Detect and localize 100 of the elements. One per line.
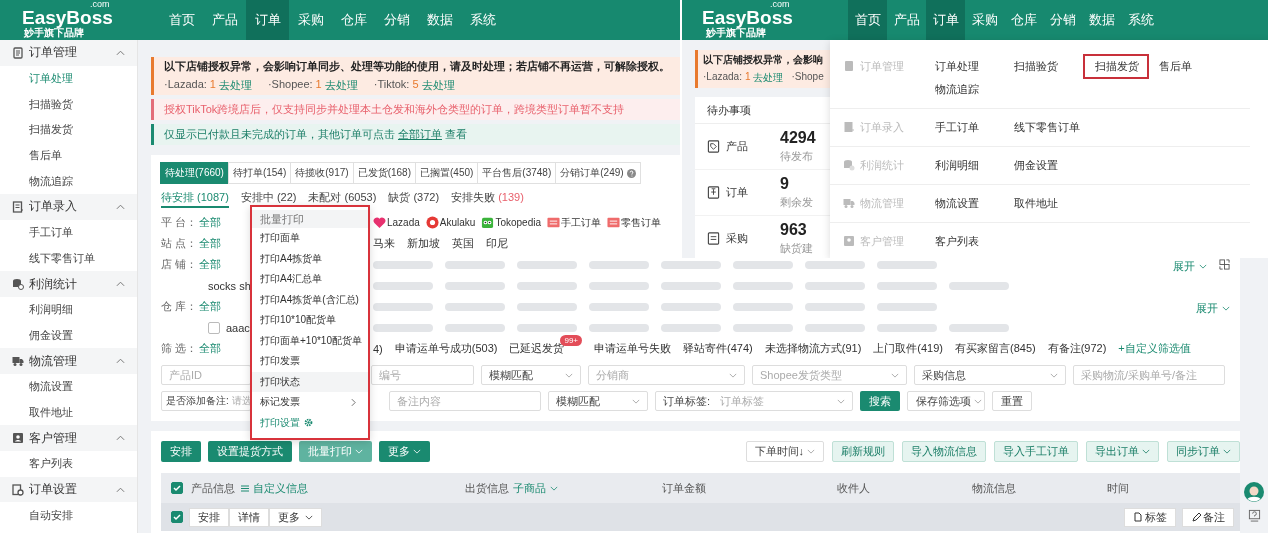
- menu-item[interactable]: 打印面单+10*10配货单: [252, 330, 368, 351]
- sidebar-item[interactable]: 客户列表: [0, 451, 137, 477]
- row-tool-button[interactable]: 备注: [1182, 507, 1234, 527]
- sidebar-item[interactable]: 物流设置: [0, 373, 137, 400]
- sidebar-item[interactable]: 佣金设置: [0, 322, 137, 349]
- sub-tab[interactable]: 安排中 (22): [240, 190, 297, 208]
- menu-item[interactable]: 手工订单: [935, 116, 1014, 139]
- filter-option[interactable]: 全部: [199, 257, 221, 272]
- filter-option[interactable]: 全部: [199, 299, 221, 314]
- logo-text[interactable]: EasyBoss: [702, 9, 793, 27]
- help-icon[interactable]: [1247, 509, 1261, 522]
- filter-option[interactable]: 马来: [373, 236, 395, 251]
- sidebar-item[interactable]: 手工订单: [0, 219, 137, 246]
- nav-tab[interactable]: 采购: [965, 0, 1004, 40]
- sidebar-item[interactable]: 线下零售订单: [0, 245, 137, 272]
- action-button[interactable]: 导入物流信息: [902, 441, 986, 462]
- action-button[interactable]: 设置提货方式: [208, 441, 292, 462]
- filter-option[interactable]: 4): [373, 342, 383, 355]
- sidebar-item[interactable]: 订单处理: [0, 65, 137, 92]
- reset-button[interactable]: 重置: [992, 391, 1032, 411]
- platform-option[interactable]: Akulaku: [425, 216, 476, 229]
- column-link[interactable]: 子商品: [513, 480, 546, 496]
- menu-item[interactable]: 打印A4拣货单: [252, 248, 368, 269]
- nav-tab[interactable]: 采购: [289, 0, 332, 40]
- sidebar-group-header[interactable]: 订单设置: [0, 476, 137, 503]
- filter-option[interactable]: 申请运单号成功(503): [394, 341, 498, 356]
- menu-item[interactable]: 取件地址: [1014, 192, 1093, 215]
- status-tab[interactable]: 平台售后(3748): [477, 162, 557, 184]
- filter-option[interactable]: 全部: [199, 215, 221, 230]
- nav-tab[interactable]: 分销: [1043, 0, 1082, 40]
- nav-tab[interactable]: 订单: [246, 0, 289, 40]
- nav-tab[interactable]: 仓库: [1004, 0, 1043, 40]
- filter-option[interactable]: 未选择物流方式(91): [764, 341, 862, 356]
- action-button[interactable]: 同步订单: [1167, 441, 1240, 462]
- select-all-checkbox[interactable]: [171, 482, 183, 494]
- filter-option[interactable]: 申请运单号失败: [594, 341, 672, 356]
- nav-tab[interactable]: 首页: [848, 0, 887, 40]
- menu-item[interactable]: 标记发票: [252, 392, 368, 413]
- filter-option[interactable]: 上门取件(419): [873, 341, 943, 356]
- sidebar-item[interactable]: 扫描验货: [0, 91, 137, 118]
- sub-tab[interactable]: 缺货 (372): [388, 190, 440, 208]
- sidebar-item[interactable]: 物流追踪: [0, 168, 137, 195]
- column-link[interactable]: 自定义信息: [253, 480, 308, 496]
- menu-item[interactable]: 打印A4汇总单: [252, 269, 368, 290]
- expand-link[interactable]: 展开: [1173, 258, 1207, 274]
- row-tool-button[interactable]: 标签: [1124, 507, 1176, 527]
- filter-option[interactable]: 全部: [199, 236, 221, 251]
- nav-tab[interactable]: 系统: [1121, 0, 1160, 40]
- filter-option[interactable]: 有备注(972): [1047, 341, 1107, 356]
- nav-tab[interactable]: 分销: [375, 0, 418, 40]
- menu-item[interactable]: 订单处理: [935, 55, 1014, 78]
- sub-tab[interactable]: 未配对 (6053): [308, 190, 377, 208]
- status-tab[interactable]: 已搁置(450): [415, 162, 479, 184]
- sub-tab[interactable]: 安排失败 (139): [451, 190, 524, 208]
- select-field[interactable]: 模糊匹配: [548, 391, 648, 411]
- row-button[interactable]: 安排: [189, 507, 229, 527]
- handle-link[interactable]: 去处理: [753, 71, 784, 85]
- filter-option[interactable]: 有买家留言(845): [955, 341, 1036, 356]
- select-field[interactable]: 模糊匹配: [481, 365, 581, 385]
- menu-item[interactable]: 打印A4拣货单(含汇总): [252, 289, 368, 310]
- add-filter-link[interactable]: +自定义筛选值: [1118, 341, 1191, 356]
- menu-item[interactable]: 打印状态: [252, 371, 368, 392]
- status-tab[interactable]: 待处理(7660): [160, 162, 229, 184]
- filter-option[interactable]: 新加坡: [407, 236, 440, 251]
- expand-link[interactable]: 展开: [1196, 300, 1230, 316]
- filter-option[interactable]: 全部: [199, 341, 221, 356]
- handle-link[interactable]: 去处理: [421, 77, 455, 93]
- action-button[interactable]: 安排: [161, 441, 201, 462]
- filter-option[interactable]: socks sh: [208, 279, 251, 292]
- platform-option[interactable]: 手工订单: [547, 215, 601, 230]
- menu-item[interactable]: 物流追踪: [935, 78, 1014, 101]
- logo-text[interactable]: EasyBoss: [22, 9, 113, 27]
- menu-item[interactable]: 打印面单: [252, 228, 368, 249]
- platform-option[interactable]: 零售订单: [607, 215, 661, 230]
- filter-option[interactable]: 驿站寄件(474): [683, 341, 753, 356]
- sidebar-group-header[interactable]: 物流管理: [0, 348, 137, 374]
- action-button[interactable]: 导出订单: [1086, 441, 1159, 462]
- filter-option[interactable]: 印尼: [486, 236, 508, 251]
- save-filter-button[interactable]: 保存筛选项: [907, 391, 985, 411]
- action-button[interactable]: 刷新规则: [832, 441, 894, 462]
- sidebar-group-header[interactable]: 订单录入: [0, 194, 137, 220]
- select-field[interactable]: 采购信息: [914, 365, 1066, 385]
- nav-tab[interactable]: 产品: [887, 0, 926, 40]
- all-orders-link[interactable]: 全部订单: [398, 127, 442, 142]
- menu-item[interactable]: 佣金设置: [1014, 154, 1093, 177]
- menu-item[interactable]: 线下零售订单: [1014, 116, 1093, 139]
- menu-item[interactable]: 打印发票: [252, 351, 368, 372]
- search-button[interactable]: 搜索: [860, 391, 900, 411]
- row-checkbox[interactable]: [171, 511, 183, 523]
- status-tab[interactable]: 分销订单(249): [555, 162, 641, 184]
- row-button[interactable]: 更多: [269, 507, 322, 527]
- status-tab[interactable]: 待揽收(917): [290, 162, 354, 184]
- menu-item[interactable]: 打印10*10配货单: [252, 310, 368, 331]
- sort-select[interactable]: 下单时间↓: [745, 441, 824, 462]
- nav-tab[interactable]: 首页: [160, 0, 203, 40]
- nav-tab[interactable]: 产品: [203, 0, 246, 40]
- menu-item[interactable]: 扫描发货: [1083, 54, 1149, 79]
- sidebar-item[interactable]: 售后单: [0, 142, 137, 169]
- nav-tab[interactable]: 系统: [461, 0, 504, 40]
- nav-tab[interactable]: 仓库: [332, 0, 375, 40]
